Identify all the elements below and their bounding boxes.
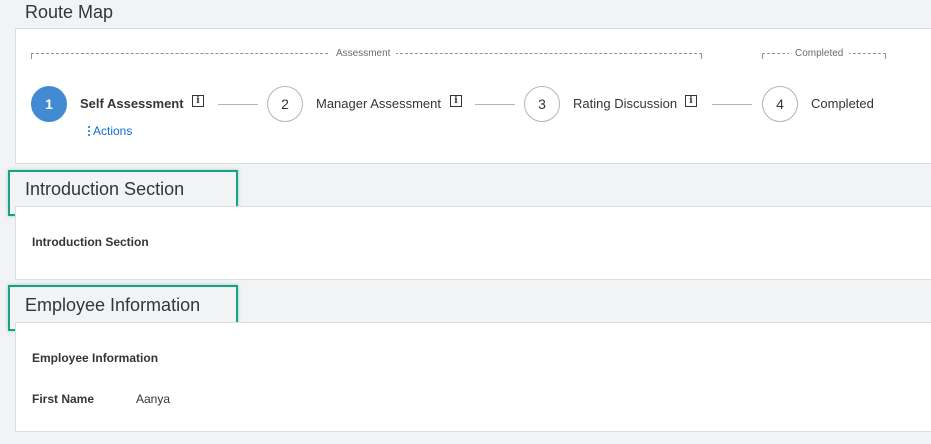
step-3-4-connector bbox=[712, 104, 752, 105]
introduction-section-title: Introduction Section bbox=[25, 179, 185, 199]
step-3-circle[interactable]: 3 bbox=[524, 86, 560, 122]
actions-label: Actions bbox=[93, 124, 133, 138]
introduction-subtitle: Introduction Section bbox=[32, 235, 149, 249]
introduction-card bbox=[15, 206, 931, 280]
phase-assessment-label: Assessment bbox=[330, 48, 397, 59]
employee-info-section-title: Employee Information bbox=[25, 295, 201, 315]
step-2-info-icon[interactable]: i bbox=[450, 95, 462, 107]
first-name-label: First Name bbox=[32, 392, 95, 406]
step-4-label[interactable]: Completed bbox=[811, 96, 874, 111]
step-3-label[interactable]: Rating Discussion bbox=[573, 96, 677, 111]
step-1-circle[interactable]: 1 bbox=[31, 86, 67, 122]
actions-link[interactable]: Actions bbox=[88, 124, 132, 138]
first-name-value: Aanya bbox=[136, 392, 171, 406]
step-1-info-icon[interactable]: i bbox=[192, 95, 204, 107]
phase-assessment-right-tick bbox=[701, 53, 702, 59]
employee-info-card bbox=[15, 322, 931, 432]
step-2-circle[interactable]: 2 bbox=[267, 86, 303, 122]
phase-completed-label: Completed bbox=[789, 48, 850, 59]
step-1-2-connector bbox=[218, 104, 258, 105]
phase-completed-right-tick bbox=[885, 53, 886, 59]
route-map-title: Route Map bbox=[25, 2, 114, 22]
step-1-label[interactable]: Self Assessment bbox=[80, 96, 184, 111]
step-2-3-connector bbox=[475, 104, 515, 105]
employee-info-subtitle: Employee Information bbox=[32, 351, 159, 365]
step-4-circle[interactable]: 4 bbox=[762, 86, 798, 122]
more-vertical-icon bbox=[88, 126, 90, 136]
step-2-label[interactable]: Manager Assessment bbox=[316, 96, 441, 111]
step-3-info-icon[interactable]: i bbox=[685, 95, 697, 107]
